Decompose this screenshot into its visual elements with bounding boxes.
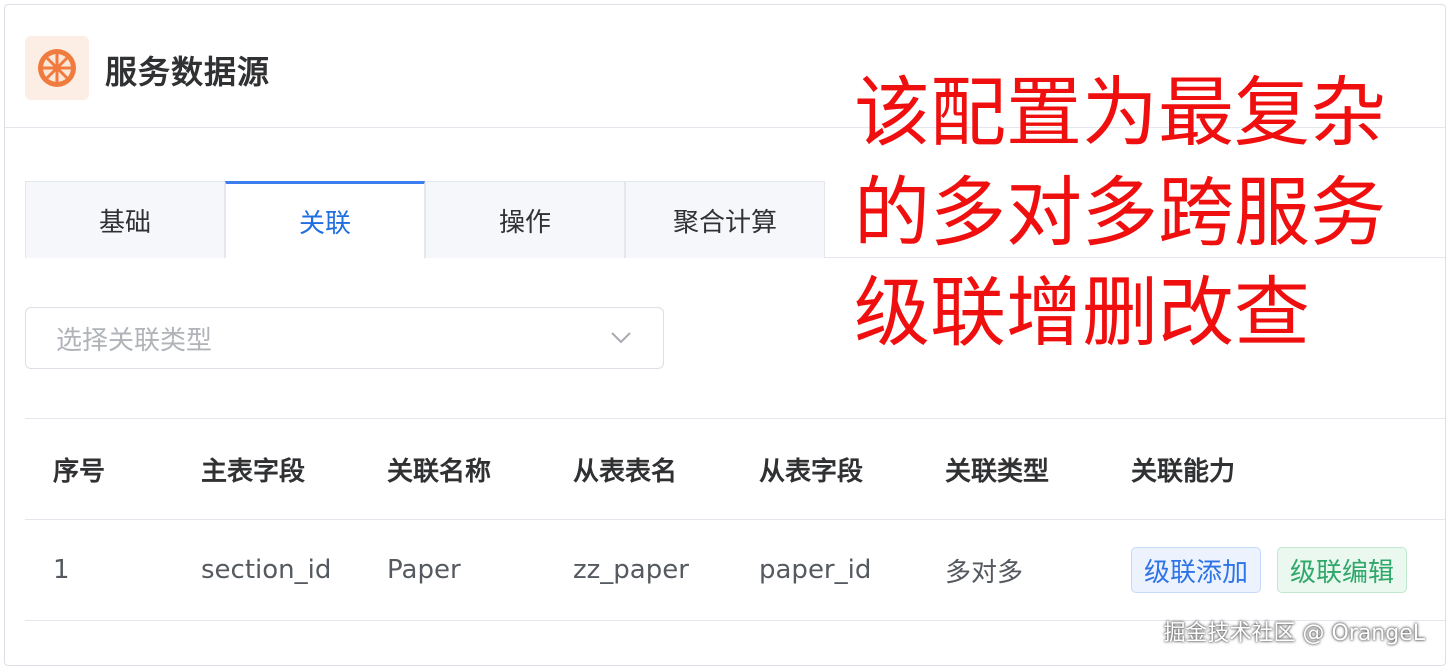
- tab-bar: 基础 关联 操作 聚合计算: [25, 181, 1445, 259]
- tab-operation[interactable]: 操作: [425, 181, 625, 258]
- cascade-add-tag[interactable]: 级联添加: [1131, 547, 1262, 593]
- chevron-down-icon: [609, 326, 633, 350]
- tab-aggregate[interactable]: 聚合计算: [625, 181, 825, 258]
- relation-table: 序号 主表字段 关联名称 从表表名 从表字段 关联类型 关联能力 1 secti…: [25, 418, 1445, 621]
- table-header-row: 序号 主表字段 关联名称 从表表名 从表字段 关联类型 关联能力: [25, 419, 1445, 520]
- relation-type-select[interactable]: 选择关联类型: [25, 307, 664, 369]
- annotation-line: 该配置为最复杂: [854, 68, 1386, 157]
- watermark: 掘金技术社区 @ OrangeL: [1163, 621, 1425, 646]
- select-placeholder: 选择关联类型: [56, 325, 213, 356]
- cell-sub-table: zz_paper: [573, 555, 689, 585]
- column-header: 关联能力: [1131, 456, 1236, 487]
- column-header: 从表字段: [759, 456, 864, 487]
- column-header: 关联名称: [387, 456, 492, 487]
- cell-relation-name: Paper: [387, 555, 461, 585]
- cell-sub-field: paper_id: [759, 555, 872, 585]
- cascade-edit-tag[interactable]: 级联编辑: [1277, 547, 1408, 593]
- cell-main-field: section_id: [201, 555, 332, 585]
- tab-basic[interactable]: 基础: [25, 181, 225, 258]
- column-header: 关联类型: [945, 456, 1050, 487]
- annotation-line: 级联增删改查: [854, 268, 1310, 357]
- cell-index: 1: [53, 555, 70, 585]
- page-title: 服务数据源: [105, 53, 271, 91]
- service-datasource-panel: 服务数据源 该配置为最复杂 的多对多跨服务 级联增删改查 基础 关联 操作 聚合…: [4, 4, 1446, 666]
- cell-relation-type: 多对多: [945, 557, 1024, 588]
- tab-relation[interactable]: 关联: [225, 181, 425, 259]
- column-header: 序号: [53, 456, 106, 487]
- cell-abilities: 级联添加 级联编辑: [1103, 547, 1445, 593]
- table-row: 1 section_id Paper zz_paper paper_id 多对多…: [25, 520, 1445, 621]
- orange-slice-icon: [25, 36, 89, 100]
- column-header: 从表表名: [573, 456, 678, 487]
- column-header: 主表字段: [201, 456, 306, 487]
